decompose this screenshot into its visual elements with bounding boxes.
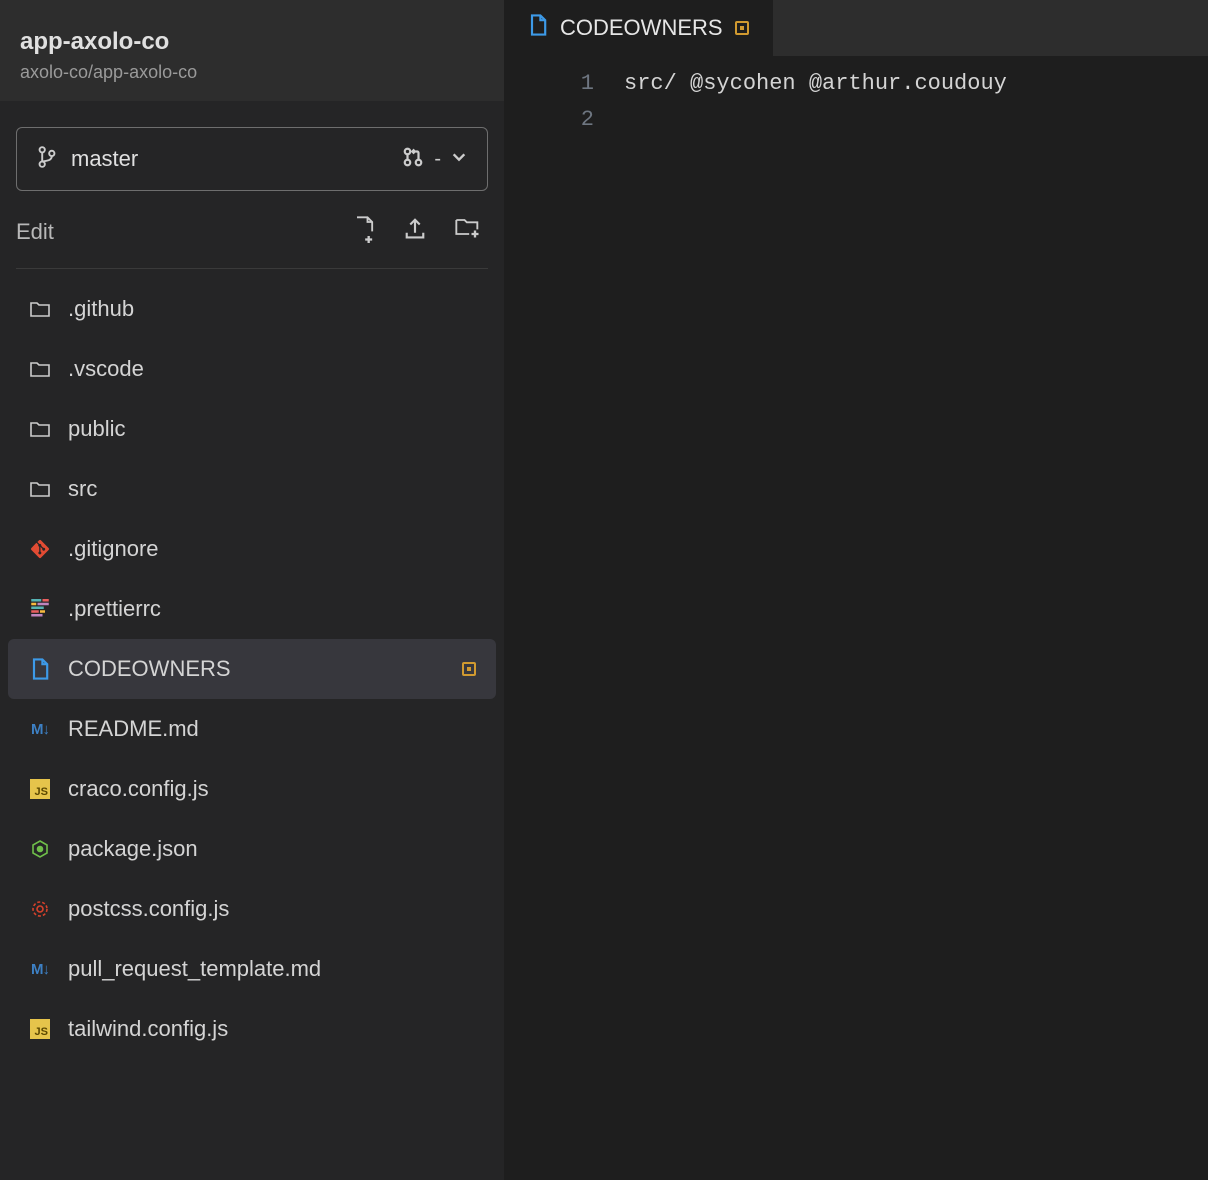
- file-item-src[interactable]: src: [8, 459, 496, 519]
- modified-indicator-icon: [462, 662, 476, 676]
- file-item-pull-request-template-md[interactable]: M↓ pull_request_template.md: [8, 939, 496, 999]
- editor-pane: CODEOWNERS 12 src/ @sycohen @arthur.coud…: [504, 0, 1208, 1180]
- postcss-file-icon: [28, 899, 52, 919]
- branch-icon: [37, 145, 57, 174]
- new-file-icon[interactable]: [352, 215, 376, 248]
- code-lines[interactable]: src/ @sycohen @arthur.coudouy: [624, 66, 1208, 138]
- prettier-file-icon: [28, 599, 52, 619]
- file-toolbar: Edit: [0, 209, 504, 268]
- edit-label[interactable]: Edit: [16, 219, 54, 245]
- md-file-icon: M↓: [28, 961, 52, 978]
- editor-tab[interactable]: CODEOWNERS: [504, 0, 773, 56]
- line-number: 1: [504, 66, 594, 102]
- file-item--gitignore[interactable]: .gitignore: [8, 519, 496, 579]
- file-item--vscode[interactable]: .vscode: [8, 339, 496, 399]
- gutter: 12: [504, 66, 624, 138]
- file-name-label: README.md: [68, 716, 199, 742]
- folder-icon: [28, 299, 52, 319]
- code-line[interactable]: [624, 102, 1208, 138]
- file-item--github[interactable]: .github: [8, 279, 496, 339]
- sidebar: app-axolo-co axolo-co/app-axolo-co maste…: [0, 0, 504, 1180]
- tab-bar: CODEOWNERS: [504, 0, 1208, 56]
- file-name-label: pull_request_template.md: [68, 956, 321, 982]
- code-area[interactable]: 12 src/ @sycohen @arthur.coudouy: [504, 56, 1208, 138]
- file-item-readme-md[interactable]: M↓ README.md: [8, 699, 496, 759]
- branch-name: master: [71, 146, 138, 172]
- branch-row: master -: [0, 101, 504, 209]
- folder-icon: [28, 479, 52, 499]
- repo-title: app-axolo-co: [20, 28, 484, 56]
- md-file-icon: M↓: [28, 721, 52, 738]
- repo-path: axolo-co/app-axolo-co: [20, 62, 484, 83]
- file-name-label: tailwind.config.js: [68, 1016, 228, 1042]
- modified-indicator-icon: [735, 21, 749, 35]
- chevron-down-icon: [451, 149, 467, 170]
- repo-header: app-axolo-co axolo-co/app-axolo-co: [0, 0, 504, 101]
- branch-select[interactable]: master -: [16, 127, 488, 191]
- file-blue-file-icon: [28, 657, 52, 681]
- file-item-postcss-config-js[interactable]: postcss.config.js: [8, 879, 496, 939]
- file-item-package-json[interactable]: package.json: [8, 819, 496, 879]
- file-item-craco-config-js[interactable]: JS craco.config.js: [8, 759, 496, 819]
- npm-file-icon: [28, 839, 52, 859]
- new-folder-icon[interactable]: [454, 215, 482, 248]
- folder-icon: [28, 419, 52, 439]
- file-name-label: package.json: [68, 836, 198, 862]
- file-name-label: postcss.config.js: [68, 896, 229, 922]
- file-name-label: .vscode: [68, 356, 144, 382]
- js-file-icon: JS: [28, 779, 52, 799]
- file-name-label: .gitignore: [68, 536, 159, 562]
- file-item-codeowners[interactable]: CODEOWNERS: [8, 639, 496, 699]
- js-file-icon: JS: [28, 1019, 52, 1039]
- file-name-label: src: [68, 476, 97, 502]
- file-name-label: craco.config.js: [68, 776, 209, 802]
- file-name-label: .github: [68, 296, 134, 322]
- file-item--prettierrc[interactable]: .prettierrc: [8, 579, 496, 639]
- upload-icon[interactable]: [402, 215, 428, 248]
- file-icon: [528, 13, 548, 43]
- file-item-public[interactable]: public: [8, 399, 496, 459]
- pr-icon: [402, 146, 424, 173]
- file-item-tailwind-config-js[interactable]: JS tailwind.config.js: [8, 999, 496, 1059]
- folder-icon: [28, 359, 52, 379]
- pr-count: -: [434, 148, 441, 171]
- file-name-label: .prettierrc: [68, 596, 161, 622]
- file-name-label: public: [68, 416, 125, 442]
- file-name-label: CODEOWNERS: [68, 656, 231, 682]
- tab-filename: CODEOWNERS: [560, 15, 723, 41]
- git-file-icon: [28, 539, 52, 559]
- line-number: 2: [504, 102, 594, 138]
- code-line[interactable]: src/ @sycohen @arthur.coudouy: [624, 66, 1208, 102]
- file-list: .github .vscode public src .gitignore .pretti…: [0, 269, 504, 1059]
